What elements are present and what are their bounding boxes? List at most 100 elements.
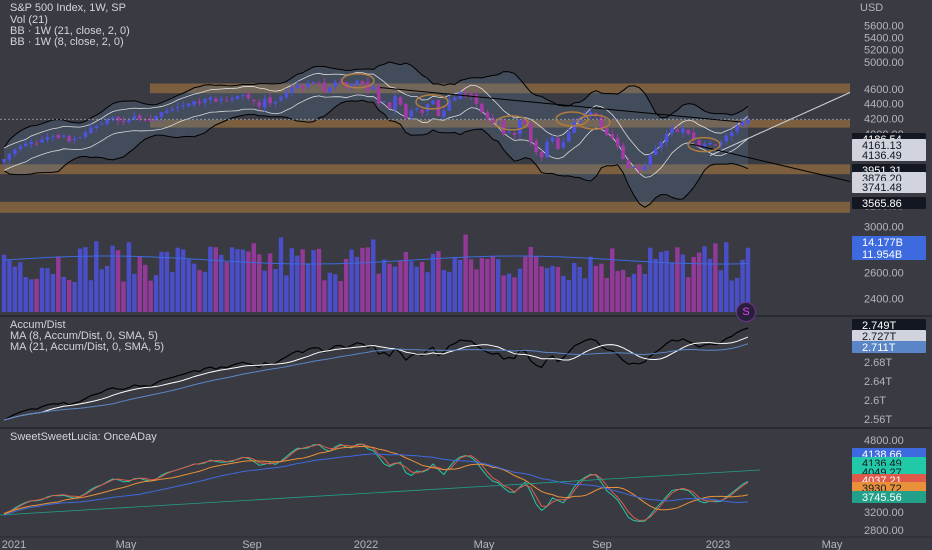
lucia-title: SweetSweetLucia: OnceADay [10, 431, 157, 443]
volume-bar [457, 259, 463, 312]
volume-bar [392, 266, 398, 312]
candle-body [262, 98, 267, 108]
candle-body [566, 132, 571, 142]
volume-bar [718, 270, 724, 312]
price-tag: 3745.56 [852, 491, 926, 504]
volume-bar [132, 273, 137, 312]
candle-body [376, 86, 381, 104]
candle-body [360, 80, 365, 84]
volume-bar [555, 266, 561, 312]
volume-bar [208, 246, 213, 312]
candle-body [480, 103, 484, 113]
candle-body [404, 104, 408, 119]
candle-body [235, 96, 240, 99]
x-tick-label: 2021 [2, 539, 26, 550]
lucia-orange-line [3, 445, 749, 515]
volume-bar [66, 279, 72, 312]
volume-bar [28, 279, 34, 312]
volume-bar [463, 234, 468, 312]
volume-bar [229, 247, 235, 312]
candle-body [333, 82, 338, 88]
volume-bar [83, 247, 88, 312]
candle-body [659, 142, 663, 148]
candle-body [137, 115, 142, 120]
candle-body [197, 101, 202, 104]
candle-body [300, 85, 305, 89]
candle-body [295, 84, 300, 89]
candle-body [121, 120, 126, 123]
candle-body [398, 97, 403, 105]
volume-bar [197, 270, 202, 312]
volume-bar [599, 263, 604, 312]
candle-body [132, 115, 137, 120]
chart-canvas[interactable]: 2400.002600.002800.003000.003200.003400.… [0, 0, 932, 550]
candle-body [550, 137, 555, 142]
volume-bar [490, 256, 495, 312]
volume-bar [648, 247, 653, 312]
candle-body [556, 138, 560, 149]
candle-body [713, 144, 718, 146]
price-tag-text: 3741.48 [862, 182, 902, 194]
price-tag: 3741.48 [852, 181, 926, 194]
volume-bar [289, 248, 295, 312]
y-tick-label: 4800.00 [864, 435, 904, 447]
y-tick-label: 3200.00 [864, 507, 904, 519]
volume-bar [246, 251, 251, 312]
y-tick-label: 2.6T [864, 395, 886, 407]
candle-body [615, 137, 620, 147]
x-tick-label: May [474, 539, 495, 550]
volume-bar [267, 253, 273, 312]
candle-body [463, 93, 468, 95]
volume-bar [724, 242, 729, 312]
y-tick-label: 5200.00 [864, 45, 904, 57]
volume-bar [99, 269, 104, 312]
candle-body [507, 131, 511, 133]
candle-body [496, 122, 500, 124]
candle-body [170, 109, 175, 111]
tradingview-logo-icon: S [736, 302, 756, 322]
volume-bar [447, 271, 452, 312]
candle-body [729, 132, 734, 136]
volume-bar [534, 256, 539, 312]
volume-bar [713, 243, 718, 312]
volume-bar [235, 249, 240, 312]
volume-bar [1, 254, 7, 312]
volume-bar [593, 265, 599, 312]
candle-body [279, 96, 283, 101]
candle-body [561, 142, 566, 148]
volume-bar [517, 268, 523, 312]
volume-bar [669, 262, 675, 312]
candle-body [452, 97, 457, 101]
volume-bar [550, 266, 555, 312]
price-tag-text: 11.954B [862, 249, 902, 261]
candle-body [746, 119, 750, 124]
candle-body [414, 108, 419, 110]
candle-body [159, 112, 164, 118]
candle-body [18, 146, 23, 149]
candle-body [648, 155, 653, 166]
candle-body [393, 96, 397, 111]
candle-body [94, 126, 99, 129]
volume-bar [604, 278, 610, 312]
candle-body [485, 112, 490, 119]
x-tick-label: Sep [592, 539, 612, 550]
volume-bar [664, 250, 669, 312]
y-tick-label: 2.68T [864, 357, 892, 369]
candle-body [89, 127, 93, 134]
candle-body [306, 83, 310, 87]
volume-bar [159, 251, 164, 312]
volume-bar [23, 277, 28, 312]
candle-body [643, 166, 647, 171]
zone-band [0, 201, 850, 213]
candle-body [246, 93, 251, 99]
candle-body [670, 128, 674, 134]
volume-bar [561, 275, 566, 312]
lucia-red-line [3, 443, 749, 522]
candle-body [284, 92, 289, 98]
candle-body [23, 143, 28, 146]
volume-bar [528, 247, 533, 312]
volume-bar [696, 252, 702, 312]
volume-bar [153, 275, 159, 312]
candle-body [322, 82, 327, 92]
candle-body [518, 119, 522, 135]
